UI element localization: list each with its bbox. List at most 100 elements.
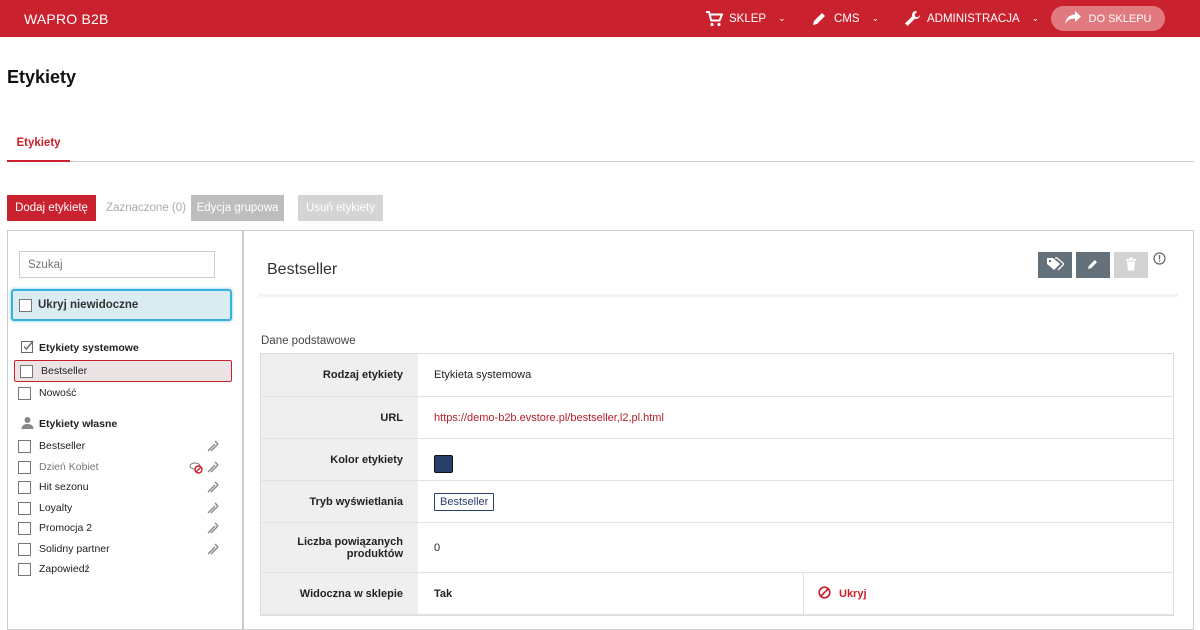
nav-administracja[interactable]: ADMINISTRACJA ⌄ bbox=[903, 0, 1039, 37]
reorder-icon[interactable] bbox=[206, 439, 220, 453]
item-label: Bestseller bbox=[39, 440, 86, 452]
tags-button[interactable] bbox=[1038, 252, 1072, 278]
reorder-icon[interactable] bbox=[206, 521, 220, 535]
nav-cms[interactable]: CMS ⌄ bbox=[810, 0, 879, 37]
item-label: Hit sezonu bbox=[39, 481, 89, 493]
item-checkbox[interactable] bbox=[18, 386, 31, 400]
reorder-icon[interactable] bbox=[206, 542, 220, 556]
divider bbox=[258, 294, 1178, 298]
brand-logo[interactable]: WAPRO B2B bbox=[24, 11, 109, 27]
hide-invisible-label: Ukryj niewidoczne bbox=[38, 299, 139, 311]
item-label: Dzień Kobiet bbox=[39, 461, 99, 473]
wrench-icon bbox=[903, 10, 921, 28]
table-row: Tryb wyświetlania Bestseller bbox=[261, 481, 1173, 523]
own-labels-heading-text: Etykiety własne bbox=[39, 418, 118, 430]
own-labels-heading: Etykiety własne bbox=[21, 416, 117, 432]
details-table: Rodzaj etykiety Etykieta systemowa URL h… bbox=[260, 353, 1174, 616]
item-checkbox[interactable] bbox=[18, 562, 31, 576]
go-to-shop-label: DO SKLEPU bbox=[1088, 12, 1152, 25]
top-navigation-bar: WAPRO B2B SKLEP ⌄ CMS ⌄ ADMINISTRACJA ⌄ … bbox=[0, 0, 1200, 37]
item-checkbox[interactable] bbox=[20, 364, 33, 378]
item-label: Zapowiedź bbox=[39, 563, 90, 575]
item-label: Solidny partner bbox=[39, 543, 110, 555]
add-label-button[interactable]: Dodaj etykietę bbox=[7, 195, 96, 221]
info-icon[interactable] bbox=[1153, 252, 1166, 265]
hide-invisible-toggle[interactable]: Ukryj niewidoczne bbox=[11, 289, 232, 321]
nav-sklep-label: SKLEP bbox=[729, 12, 767, 25]
item-checkbox[interactable] bbox=[18, 501, 31, 515]
table-row: URL https://demo-b2b.evstore.pl/bestsell… bbox=[261, 397, 1173, 439]
nav-administracja-label: ADMINISTRACJA bbox=[927, 12, 1020, 25]
table-row: Widoczna w sklepie Tak Ukryj bbox=[261, 573, 1173, 615]
row-key: URL bbox=[261, 397, 418, 438]
row-key: Tryb wyświetlania bbox=[261, 481, 418, 522]
system-labels-heading-text: Etykiety systemowe bbox=[39, 342, 139, 354]
selected-count: Zaznaczone (0) bbox=[106, 202, 186, 214]
row-key: Kolor etykiety bbox=[261, 439, 418, 480]
sidebar-item-own-loyalty[interactable]: Loyalty bbox=[18, 498, 230, 518]
sidebar-item-own-promocja-2[interactable]: Promocja 2 bbox=[18, 518, 230, 538]
reorder-icon[interactable] bbox=[206, 480, 220, 494]
tags-icon bbox=[1046, 256, 1065, 274]
item-checkbox[interactable] bbox=[18, 439, 31, 453]
label-detail-panel: Bestseller Dane podstawowe Rodzaj etykie… bbox=[244, 230, 1194, 630]
trash-icon bbox=[1125, 256, 1137, 274]
sidebar-item-own-hit-sezonu[interactable]: Hit sezonu bbox=[18, 477, 230, 497]
row-value: Tak bbox=[434, 587, 453, 600]
label-url-link[interactable]: https://demo-b2b.evstore.pl/bestseller,l… bbox=[434, 412, 664, 424]
tab-bar: Etykiety bbox=[7, 128, 1194, 162]
section-label: Dane podstawowe bbox=[261, 335, 356, 347]
detail-title: Bestseller bbox=[267, 261, 338, 278]
item-label: Nowość bbox=[39, 387, 77, 399]
item-label: Promocja 2 bbox=[39, 522, 93, 534]
search-input[interactable] bbox=[19, 251, 215, 278]
nav-sklep[interactable]: SKLEP ⌄ bbox=[705, 0, 786, 37]
share-arrow-icon bbox=[1064, 10, 1081, 27]
sidebar-item-system-nowosc[interactable]: Nowość bbox=[18, 383, 230, 403]
block-icon bbox=[818, 585, 831, 602]
pencil-icon bbox=[810, 10, 828, 28]
tab-etykiety[interactable]: Etykiety bbox=[7, 128, 70, 162]
item-label: Loyalty bbox=[39, 502, 73, 514]
checkbox-check-icon bbox=[21, 340, 34, 356]
row-key: Rodzaj etykiety bbox=[261, 354, 418, 396]
sidebar-item-own-zapowiedz[interactable]: Zapowiedź bbox=[18, 559, 230, 579]
delete-button[interactable] bbox=[1114, 252, 1148, 278]
reorder-icon[interactable] bbox=[206, 460, 220, 474]
item-checkbox[interactable] bbox=[18, 480, 31, 494]
page-title: Etykiety bbox=[7, 67, 77, 87]
row-key: Liczba powiązanych produktów bbox=[261, 523, 418, 572]
display-mode-badge: Bestseller bbox=[434, 492, 495, 511]
go-to-shop-button[interactable]: DO SKLEPU bbox=[1051, 6, 1165, 31]
hide-label-button[interactable]: Ukryj bbox=[803, 573, 1173, 614]
label-color-swatch bbox=[434, 454, 453, 473]
table-row: Rodzaj etykiety Etykieta systemowa bbox=[261, 354, 1173, 397]
item-checkbox[interactable] bbox=[18, 521, 31, 535]
row-key: Widoczna w sklepie bbox=[261, 573, 418, 614]
sidebar-item-own-solidny-partner[interactable]: Solidny partner bbox=[18, 539, 230, 559]
cart-icon bbox=[705, 10, 723, 28]
labels-sidebar: Ukryj niewidoczne Etykiety systemowe Bes… bbox=[7, 230, 244, 630]
row-value: Etykieta systemowa bbox=[434, 369, 532, 381]
hide-invisible-checkbox[interactable] bbox=[19, 298, 32, 312]
item-checkbox[interactable] bbox=[18, 460, 31, 474]
edit-button[interactable] bbox=[1076, 252, 1110, 278]
chevron-down-icon: ⌄ bbox=[871, 13, 880, 23]
group-edit-button[interactable]: Edycja grupowa bbox=[191, 195, 284, 221]
table-row: Kolor etykiety bbox=[261, 439, 1173, 481]
user-icon bbox=[21, 416, 34, 432]
delete-labels-button[interactable]: Usuń etykiety bbox=[298, 195, 383, 221]
item-label: Bestseller bbox=[41, 365, 88, 377]
table-row: Liczba powiązanych produktów 0 bbox=[261, 523, 1173, 573]
sidebar-item-system-bestseller[interactable]: Bestseller bbox=[14, 360, 232, 382]
pencil-icon bbox=[1087, 258, 1099, 273]
hidden-eye-icon bbox=[189, 460, 203, 474]
system-labels-heading: Etykiety systemowe bbox=[21, 340, 139, 356]
nav-cms-label: CMS bbox=[834, 12, 860, 25]
item-checkbox[interactable] bbox=[18, 542, 31, 556]
chevron-down-icon: ⌄ bbox=[1031, 13, 1040, 23]
sidebar-item-own-bestseller[interactable]: Bestseller bbox=[18, 436, 230, 456]
sidebar-item-own-dzien-kobiet[interactable]: Dzień Kobiet bbox=[18, 457, 230, 477]
reorder-icon[interactable] bbox=[206, 501, 220, 515]
row-value: 0 bbox=[434, 541, 441, 554]
